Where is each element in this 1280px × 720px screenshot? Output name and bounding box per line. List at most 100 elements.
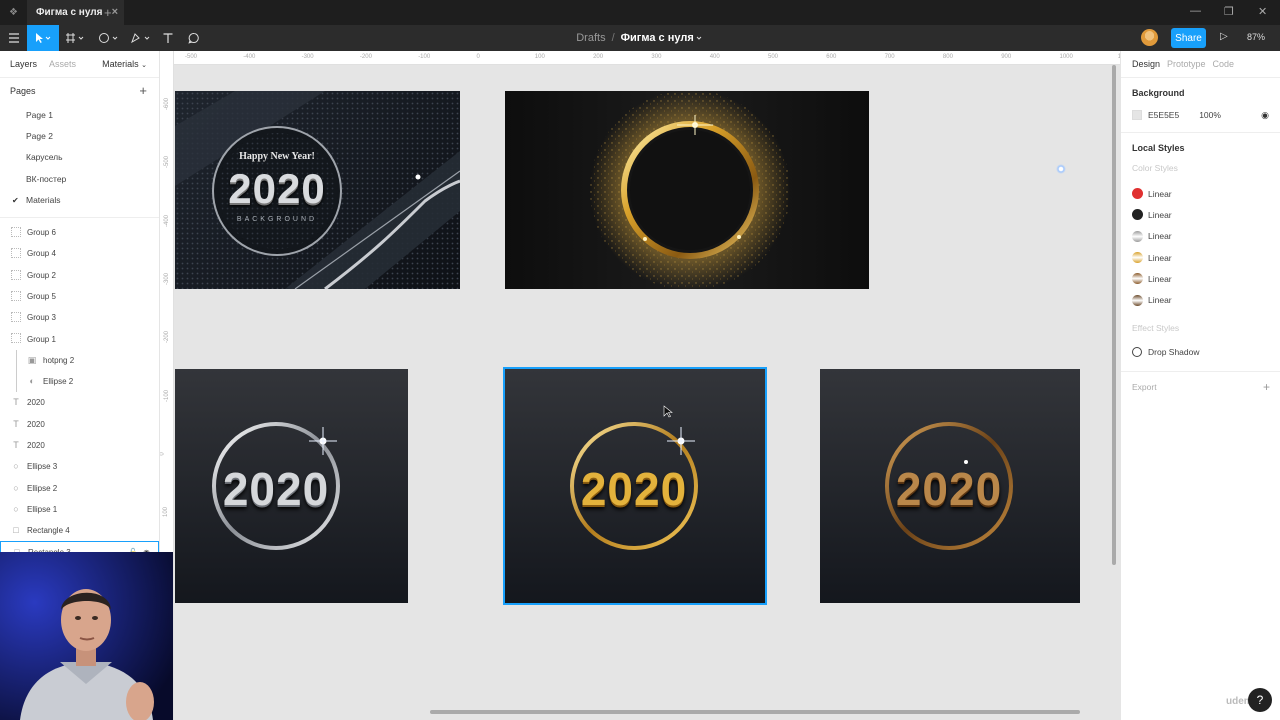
page-selector[interactable]: Materials ⌄ <box>102 59 147 69</box>
background-title: Background <box>1132 88 1185 98</box>
color-styles-title: Color Styles <box>1132 163 1178 173</box>
vertical-scrollbar[interactable] <box>1112 65 1116 565</box>
image-icon: ▣ <box>27 354 37 365</box>
layer-item[interactable]: ○ Ellipse 2 <box>0 478 159 499</box>
page-item[interactable]: ВК-постер <box>0 168 159 189</box>
layer-name: Group 6 <box>27 228 56 238</box>
right-panel-tabs: Design Prototype Code <box>1121 51 1280 78</box>
background-row[interactable]: E5E5E5 100% ◉ <box>1132 108 1269 122</box>
check-icon: ✔ <box>12 195 19 205</box>
layer-item[interactable]: Group 3 <box>0 307 159 328</box>
ruler-tick-label: 100 <box>534 54 545 60</box>
tab-layers[interactable]: Layers <box>10 59 37 69</box>
layer-item[interactable]: Group 2 <box>0 265 159 286</box>
pages-title: Pages <box>10 86 36 96</box>
color-style-item[interactable]: Linear <box>1132 226 1269 247</box>
tab-code[interactable]: Code <box>1213 59 1235 69</box>
color-style-item[interactable]: Linear <box>1132 289 1269 310</box>
color-style-name: Linear <box>1148 295 1172 306</box>
color-style-item[interactable]: Linear <box>1132 268 1269 289</box>
menu-icon[interactable] <box>0 25 27 51</box>
pen-tool-button[interactable] <box>128 25 156 51</box>
layer-item[interactable]: Group 5 <box>0 286 159 307</box>
ruler-tick-label: 1000 <box>1059 54 1073 60</box>
frame-gold-2020[interactable]: 2020 <box>503 367 767 605</box>
layer-item[interactable]: ◐ Ellipse 2 <box>0 371 159 393</box>
frame-tool-button[interactable] <box>62 25 90 51</box>
ruler-tick-label: 300 <box>651 54 662 60</box>
layer-item[interactable]: □ Rectangle 4 <box>0 520 159 541</box>
layer-item[interactable]: T 2020 <box>0 392 159 413</box>
add-export-icon[interactable]: + <box>1263 380 1270 394</box>
eye-icon[interactable]: ◉ <box>1261 110 1269 121</box>
ruler-tick-label: -100 <box>164 389 171 402</box>
breadcrumb-drafts[interactable]: Drafts <box>576 32 605 44</box>
restore-icon[interactable]: ❐ <box>1224 5 1234 18</box>
background-opacity[interactable]: 100% <box>1199 110 1221 120</box>
avatar[interactable] <box>1141 29 1158 46</box>
layer-name: Group 5 <box>27 291 56 301</box>
color-style-item[interactable]: Linear <box>1132 183 1269 204</box>
frame-banner-gold-ring[interactable] <box>505 91 869 289</box>
pages-list: Page 1 Page 2 Карусель ВК-постер ✔ Materials <box>0 104 159 211</box>
chevron-down-icon[interactable] <box>694 33 704 43</box>
tab-prototype[interactable]: Prototype <box>1167 59 1206 69</box>
close-tab-icon[interactable]: × <box>112 6 118 18</box>
breadcrumb-separator: / <box>611 32 615 44</box>
page-name: ВК-постер <box>26 173 67 184</box>
zoom-level[interactable]: 87% <box>1247 32 1265 42</box>
comment-tool-button[interactable] <box>185 25 203 51</box>
close-window-icon[interactable]: ✕ <box>1258 5 1267 18</box>
color-style-name: Linear <box>1148 231 1172 242</box>
move-tool-button[interactable] <box>27 25 59 51</box>
frame-icon <box>66 33 84 43</box>
page-item[interactable]: ✔ Materials <box>0 190 159 211</box>
present-play-icon[interactable]: ▷ <box>1220 31 1228 42</box>
banner-2020-text: 2020 <box>228 165 326 212</box>
happy-new-year-text: Happy New Year! <box>239 151 315 162</box>
layer-item[interactable]: Group 1 <box>0 328 159 349</box>
page-item[interactable]: Page 2 <box>0 125 159 146</box>
layer-item[interactable]: ○ Ellipse 1 <box>0 499 159 520</box>
add-page-icon[interactable]: + <box>139 83 147 98</box>
background-swatch[interactable] <box>1132 110 1142 120</box>
text-icon: T <box>13 418 19 429</box>
new-tab-button[interactable]: + <box>104 5 112 20</box>
color-style-item[interactable]: Linear <box>1132 204 1269 225</box>
color-styles-list: Linear Linear Linear Linear Linear Linear <box>1132 183 1269 311</box>
frame-banner-silver[interactable]: Happy New Year! 2020 BACKGROUND <box>175 91 460 289</box>
title-bar: ❖ Фигма с нуля × + — ❐ ✕ <box>0 0 1280 25</box>
layer-item[interactable]: T 2020 <box>0 414 159 435</box>
background-hex[interactable]: E5E5E5 <box>1148 110 1179 120</box>
minimize-icon[interactable]: — <box>1190 5 1201 17</box>
layer-item[interactable]: T 2020 <box>0 435 159 456</box>
color-swatch <box>1132 273 1143 285</box>
frame-silver-2020[interactable]: 2020 <box>175 369 408 603</box>
layer-item[interactable]: Group 4 <box>0 243 159 264</box>
page-item[interactable]: Page 1 <box>0 104 159 125</box>
effect-style-item[interactable]: Drop Shadow <box>1132 343 1269 361</box>
shape-tool-button[interactable] <box>96 25 124 51</box>
color-swatch <box>1132 252 1143 264</box>
page-item[interactable]: Карусель <box>0 147 159 168</box>
layer-item[interactable]: ○ Ellipse 3 <box>0 456 159 477</box>
pages-header: Pages + <box>0 78 159 104</box>
horizontal-scrollbar[interactable] <box>430 710 1080 714</box>
figma-logo-icon[interactable]: ❖ <box>9 7 18 18</box>
ruler-tick-label: 100 <box>163 507 170 518</box>
ruler-tick-label: -600 <box>164 97 171 111</box>
tab-design[interactable]: Design <box>1132 59 1160 69</box>
divider <box>0 216 159 218</box>
layer-item[interactable]: ▣ hotpng 2 <box>0 349 159 371</box>
canvas[interactable]: -500 -400 -300 -200 -100 0 100 200 300 400 500 600 7… <box>160 51 1120 720</box>
help-button[interactable]: ? <box>1248 688 1272 712</box>
tab-assets[interactable]: Assets <box>49 59 76 69</box>
ellipse-icon: ○ <box>13 482 19 493</box>
share-button[interactable]: Share <box>1171 28 1206 48</box>
color-style-item[interactable]: Linear <box>1132 247 1269 268</box>
layer-item[interactable]: Group 6 <box>0 222 159 243</box>
frame-bronze-2020[interactable]: 2020 <box>820 369 1080 603</box>
frame-icon <box>11 226 21 237</box>
text-tool-button[interactable] <box>159 25 177 51</box>
file-name[interactable]: Фигма с нуля <box>621 32 694 44</box>
